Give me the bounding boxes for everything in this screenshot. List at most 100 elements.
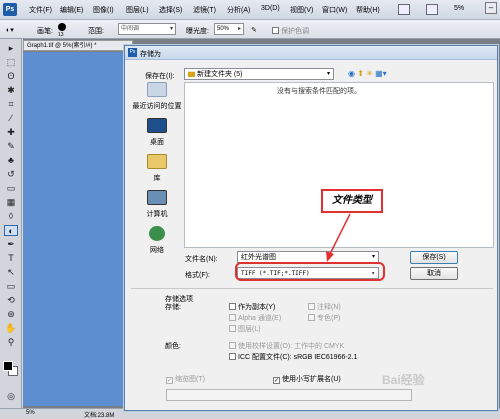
checkbox-icon: ✓ — [166, 377, 173, 384]
menu-select[interactable]: 选择(S) — [159, 5, 182, 15]
storage-label: 存储: — [165, 304, 181, 311]
place-desktop[interactable]: 桌面 — [131, 118, 183, 147]
dodge-tool-icon[interactable]: ◐▾ — [6, 26, 14, 34]
clone-stamp-tool-icon[interactable]: ♣ — [4, 155, 18, 166]
menu-file[interactable]: 文件(F) — [29, 5, 52, 15]
zoom-level[interactable]: 5% — [454, 5, 464, 12]
status-zoom[interactable]: 5% — [26, 410, 35, 416]
format-label: 格式(F): — [185, 272, 210, 279]
quick-mask-icon[interactable]: ◎ — [4, 391, 18, 402]
save-button[interactable]: 保存(S) — [410, 251, 458, 264]
range-select[interactable]: 中间调 ▾ — [118, 23, 176, 35]
recent-places-icon — [147, 82, 167, 97]
spot-colors-checkbox[interactable]: 专色(P) — [308, 313, 340, 323]
brush-label: 画笔: — [37, 28, 53, 35]
lasso-tool-icon[interactable]: ʘ — [4, 71, 18, 82]
new-folder-icon[interactable]: ✳ — [366, 69, 373, 78]
checkbox-icon — [229, 353, 236, 360]
place-computer[interactable]: 计算机 — [131, 190, 183, 219]
icc-profile-checkbox[interactable]: ICC 配置文件(C): sRGB IEC61966-2.1 — [229, 352, 357, 362]
checkbox-icon — [308, 303, 315, 310]
brush-tool-icon[interactable]: ✎ — [4, 141, 18, 152]
arrange-documents-icon[interactable] — [426, 4, 438, 15]
proof-setup-checkbox[interactable]: 使用校样设置(O): 工作中的 CMYK — [229, 341, 344, 351]
menu-3d[interactable]: 3D(D) — [261, 5, 280, 12]
cancel-button[interactable]: 取消 — [410, 267, 458, 280]
menu-window[interactable]: 窗口(W) — [322, 5, 347, 15]
chevron-down-icon: ▾ — [169, 26, 173, 32]
exposure-label: 曝光度: — [186, 28, 209, 35]
shape-tool-icon[interactable]: ▭ — [4, 281, 18, 292]
menu-filter[interactable]: 滤镜(T) — [193, 5, 216, 15]
menu-bar: Ps 文件(F) 编辑(E) 图像(I) 图层(L) 选择(S) 滤镜(T) 分… — [0, 0, 500, 20]
dialog-title: 存储为 — [140, 51, 161, 58]
color-label: 颜色: — [165, 343, 181, 350]
foreground-color-swatch[interactable] — [3, 361, 13, 371]
menu-layer[interactable]: 图层(L) — [126, 5, 149, 15]
menu-image[interactable]: 图像(I) — [93, 5, 114, 15]
healing-brush-tool-icon[interactable]: ✚ — [4, 127, 18, 138]
watermark: Bai经验 — [382, 373, 425, 387]
notes-checkbox[interactable]: 注释(N) — [308, 302, 341, 312]
lowercase-extension-checkbox[interactable]: ✓ 使用小写扩展名(U) — [273, 374, 341, 384]
history-brush-tool-icon[interactable]: ↺ — [4, 169, 18, 180]
computer-icon — [147, 190, 167, 205]
hand-tool-icon[interactable]: ✋ — [4, 323, 18, 334]
range-label: 范围: — [88, 28, 104, 35]
save-as-dialog: Ps 存储为 保存在(I): ▆ 新建文件夹 (5) ▾ ◉ ⬆ ✳ ▦▾ 最近… — [124, 45, 498, 411]
options-bar: ◐▾ 画笔: 13 范围: 中间调 ▾ 曝光度: 50% ▸ ✎ 保护色调 — [0, 20, 500, 39]
menu-edit[interactable]: 编辑(E) — [60, 5, 83, 15]
file-list[interactable]: 没有与搜索条件匹配的项。 — [184, 82, 494, 248]
save-in-select[interactable]: ▆ 新建文件夹 (5) ▾ — [184, 68, 334, 80]
places-bar: 最近访问的位置 桌面 库 计算机 网络 — [131, 82, 183, 282]
document-canvas[interactable] — [23, 52, 123, 406]
annotation-callout: 文件类型 — [321, 189, 383, 213]
menu-view[interactable]: 视图(V) — [290, 5, 313, 15]
thumbnail-checkbox[interactable]: ✓ 缩览图(T) — [166, 374, 205, 384]
blur-tool-icon[interactable]: ◊ — [4, 211, 18, 222]
window-controls: – — [483, 2, 497, 14]
airbrush-icon[interactable]: ✎ — [251, 26, 257, 34]
view-menu-icon[interactable]: ▦▾ — [375, 69, 387, 78]
back-icon[interactable]: ◉ — [348, 69, 355, 78]
layers-checkbox[interactable]: 图层(L) — [229, 324, 261, 334]
brush-preview-icon[interactable] — [58, 23, 66, 31]
place-library[interactable]: 库 — [131, 154, 183, 183]
exposure-input[interactable]: 50% ▸ — [214, 23, 244, 35]
menu-help[interactable]: 帮助(H) — [356, 5, 380, 15]
up-folder-icon[interactable]: ⬆ — [357, 69, 364, 78]
eraser-tool-icon[interactable]: ▭ — [4, 183, 18, 194]
dodge-tool-icon[interactable]: ◐ — [4, 225, 18, 236]
minimize-icon[interactable]: – — [485, 2, 497, 14]
format-highlight-box — [235, 262, 385, 281]
dialog-title-bar: Ps 存储为 — [125, 46, 497, 60]
alpha-checkbox[interactable]: Alpha 通道(E) — [229, 313, 281, 323]
magic-wand-tool-icon[interactable]: ✱ — [4, 85, 18, 96]
photoshop-icon: Ps — [128, 48, 137, 57]
marquee-tool-icon[interactable]: ⬚ — [4, 57, 18, 68]
document-tab[interactable]: Graph1.tif @ 5%(索引/#) * — [23, 40, 133, 51]
3d-rotate-tool-icon[interactable]: ⟲ — [4, 295, 18, 306]
crop-tool-icon[interactable]: ⌗ — [4, 99, 18, 110]
checkbox-icon — [272, 27, 279, 34]
path-selection-tool-icon[interactable]: ↖ — [4, 267, 18, 278]
chevron-down-icon: ▾ — [326, 71, 330, 77]
gradient-tool-icon[interactable]: ▦ — [4, 197, 18, 208]
zoom-tool-icon[interactable]: ⚲ — [4, 337, 18, 348]
3d-orbit-tool-icon[interactable]: ⊛ — [4, 309, 18, 320]
empty-message: 没有与搜索条件匹配的项。 — [277, 88, 361, 95]
place-network[interactable]: 网络 — [131, 226, 183, 255]
protect-tones-checkbox[interactable]: 保护色调 — [272, 26, 309, 36]
bridge-icon[interactable] — [398, 4, 410, 15]
as-copy-checkbox[interactable]: 作为副本(Y) — [229, 302, 275, 312]
separator — [131, 288, 493, 289]
type-tool-icon[interactable]: T — [4, 253, 18, 264]
menu-analysis[interactable]: 分析(A) — [227, 5, 250, 15]
move-tool-icon[interactable]: ▸ — [4, 43, 18, 54]
save-in-label: 保存在(I): — [145, 73, 175, 80]
eyedropper-tool-icon[interactable]: ⁄ — [4, 113, 18, 124]
warning-area — [166, 389, 412, 401]
checkbox-icon — [229, 342, 236, 349]
place-recent[interactable]: 最近访问的位置 — [131, 82, 183, 111]
pen-tool-icon[interactable]: ✒ — [4, 239, 18, 250]
